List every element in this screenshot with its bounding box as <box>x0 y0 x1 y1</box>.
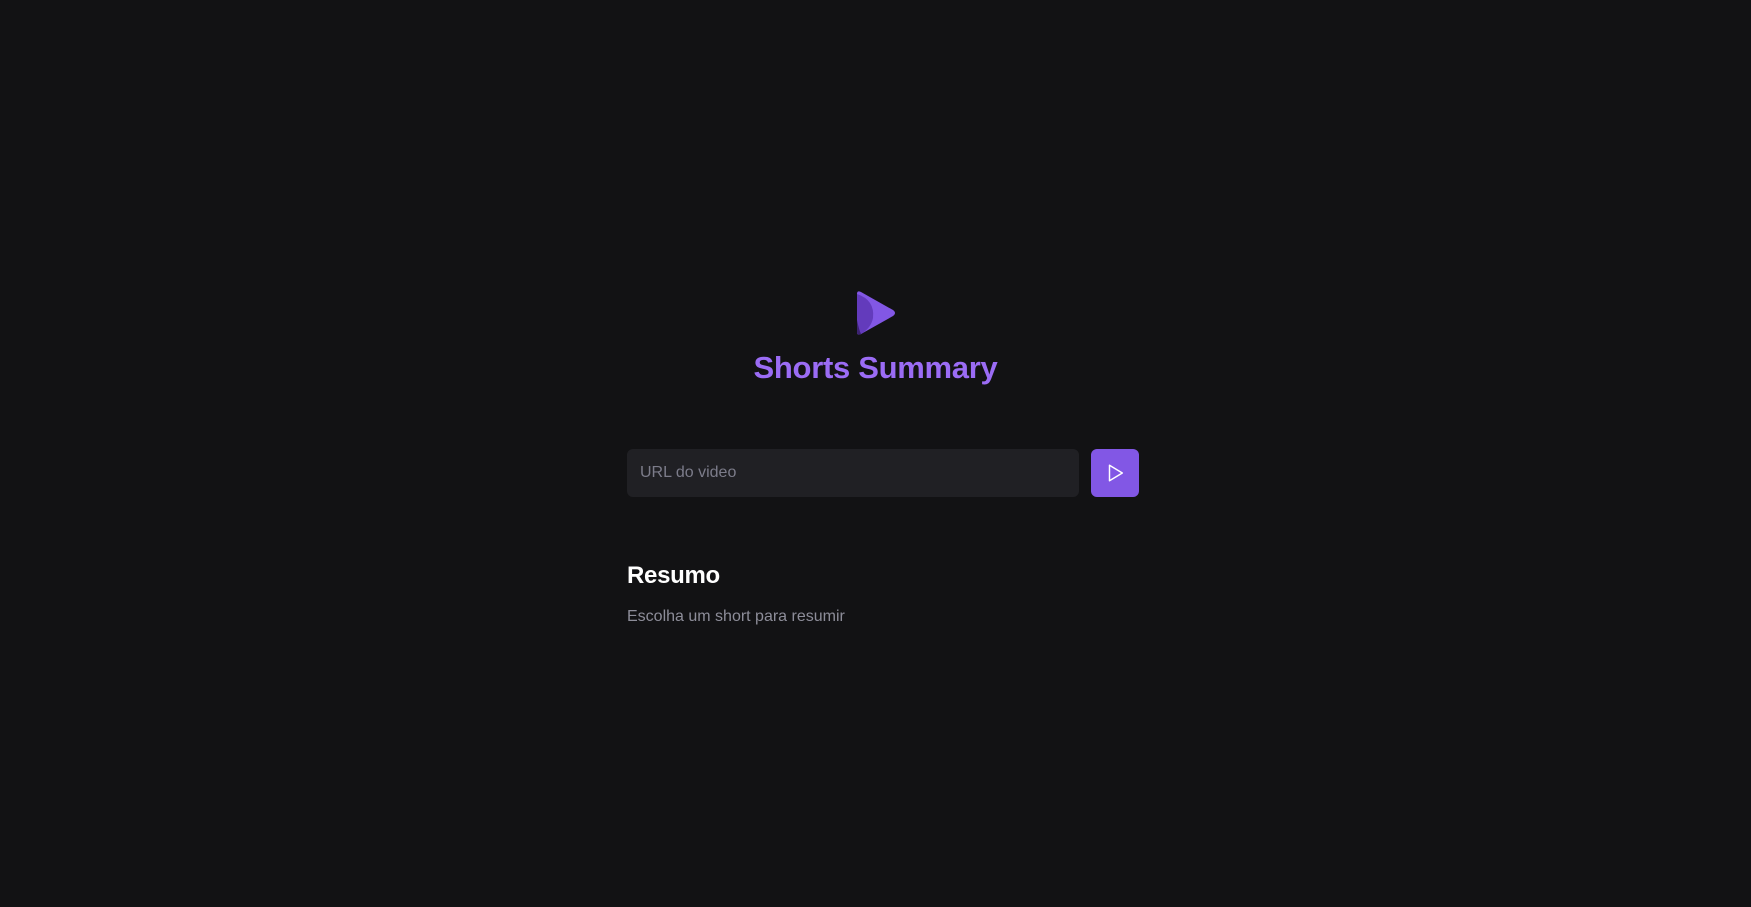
header: Shorts Summary <box>0 290 1751 388</box>
summary-title: Resumo <box>627 562 720 589</box>
play-logo-icon <box>856 291 895 335</box>
submit-button[interactable] <box>1091 449 1139 497</box>
summary-section: Resumo Escolha um short para resumir <box>627 560 1139 628</box>
summary-text: Escolha um short para resumir <box>627 608 845 625</box>
video-url-input[interactable] <box>627 449 1079 497</box>
play-icon <box>1108 464 1124 482</box>
video-url-form <box>627 449 1139 497</box>
page: Shorts Summary Resumo Escolha um short p… <box>0 0 1751 907</box>
app-title: Shorts Summary <box>753 350 998 385</box>
